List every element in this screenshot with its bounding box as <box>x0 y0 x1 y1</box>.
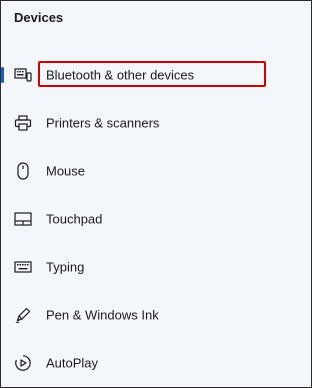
pen-icon <box>14 306 32 324</box>
nav-item-mouse[interactable]: Mouse <box>1 147 311 195</box>
nav-item-typing[interactable]: Typing <box>1 243 311 291</box>
nav-item-label: Touchpad <box>46 211 103 227</box>
touchpad-icon <box>14 210 32 228</box>
nav-item-autoplay[interactable]: AutoPlay <box>1 339 311 387</box>
nav-item-label: Bluetooth & other devices <box>46 67 195 83</box>
nav-item-label: Typing <box>46 259 85 275</box>
nav-item-pen[interactable]: Pen & Windows Ink <box>1 291 311 339</box>
nav-item-label: Mouse <box>46 163 86 179</box>
nav-item-label: AutoPlay <box>46 355 99 371</box>
nav-item-bluetooth[interactable]: Bluetooth & other devices <box>1 51 311 99</box>
nav-item-touchpad[interactable]: Touchpad <box>1 195 311 243</box>
selection-indicator <box>1 67 4 83</box>
printer-icon <box>14 114 32 132</box>
nav-item-label: Pen & Windows Ink <box>46 307 159 323</box>
bluetooth-devices-icon <box>14 66 32 84</box>
autoplay-icon <box>14 354 32 372</box>
keyboard-icon <box>14 258 32 276</box>
nav-item-printers[interactable]: Printers & scanners <box>1 99 311 147</box>
devices-nav: Bluetooth & other devices Printers & sca… <box>1 51 311 387</box>
page-title: Devices <box>14 10 64 25</box>
mouse-icon <box>14 162 32 180</box>
nav-item-label: Printers & scanners <box>46 115 160 131</box>
settings-pane: Devices Bluetooth & other devices Printe… <box>0 0 312 388</box>
